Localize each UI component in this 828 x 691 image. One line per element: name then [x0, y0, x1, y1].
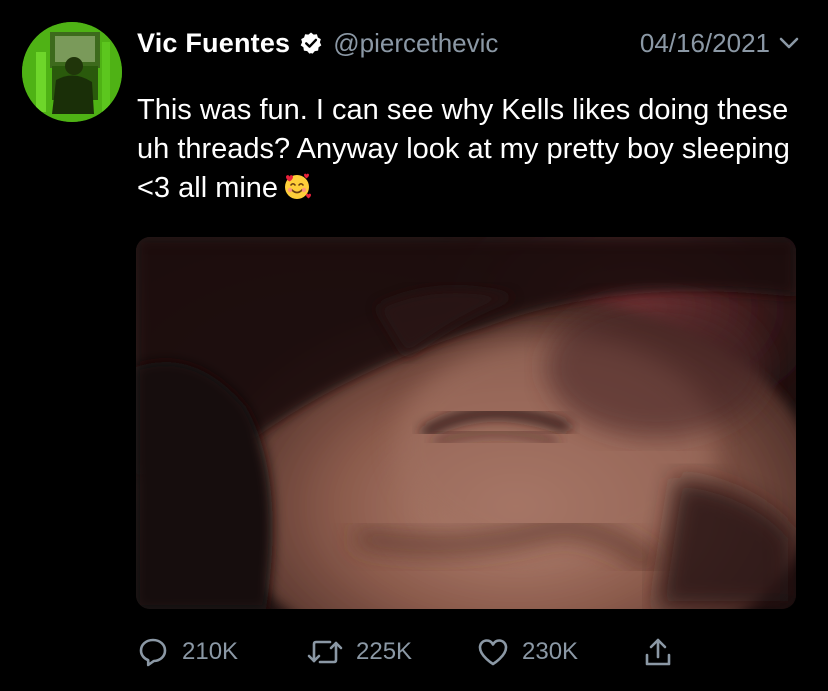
reply-button[interactable]: 210K	[136, 635, 238, 669]
heart-icon	[476, 635, 510, 669]
tweet-text-block: This was fun. I can see why Kells likes …	[137, 91, 807, 208]
verified-badge-icon	[299, 31, 323, 55]
like-button[interactable]: 230K	[476, 635, 578, 669]
tweet-photo[interactable]	[136, 237, 796, 609]
like-count: 230K	[522, 638, 579, 665]
tweet-text: This was fun. I can see why Kells likes …	[137, 94, 790, 204]
reply-icon	[136, 635, 170, 669]
share-icon	[641, 635, 675, 669]
avatar[interactable]	[22, 22, 122, 122]
display-name[interactable]: Vic Fuentes	[137, 28, 290, 59]
handle[interactable]: @piercethevic	[333, 28, 498, 59]
retweet-button[interactable]: 225K	[306, 635, 412, 669]
tweet-header: Vic Fuentes @piercethevic 04/16/2021	[137, 26, 802, 60]
reply-count: 210K	[182, 638, 239, 665]
retweet-icon	[306, 635, 344, 669]
smiling-face-with-hearts-emoji	[282, 171, 312, 201]
tweet[interactable]: Vic Fuentes @piercethevic 04/16/2021 Thi…	[0, 0, 828, 691]
chevron-down-icon[interactable]	[776, 30, 802, 56]
tweet-date[interactable]: 04/16/2021	[640, 28, 770, 59]
share-button[interactable]	[641, 635, 675, 669]
tweet-actions: 210K 225K 230K	[136, 632, 696, 672]
retweet-count: 225K	[356, 638, 413, 665]
